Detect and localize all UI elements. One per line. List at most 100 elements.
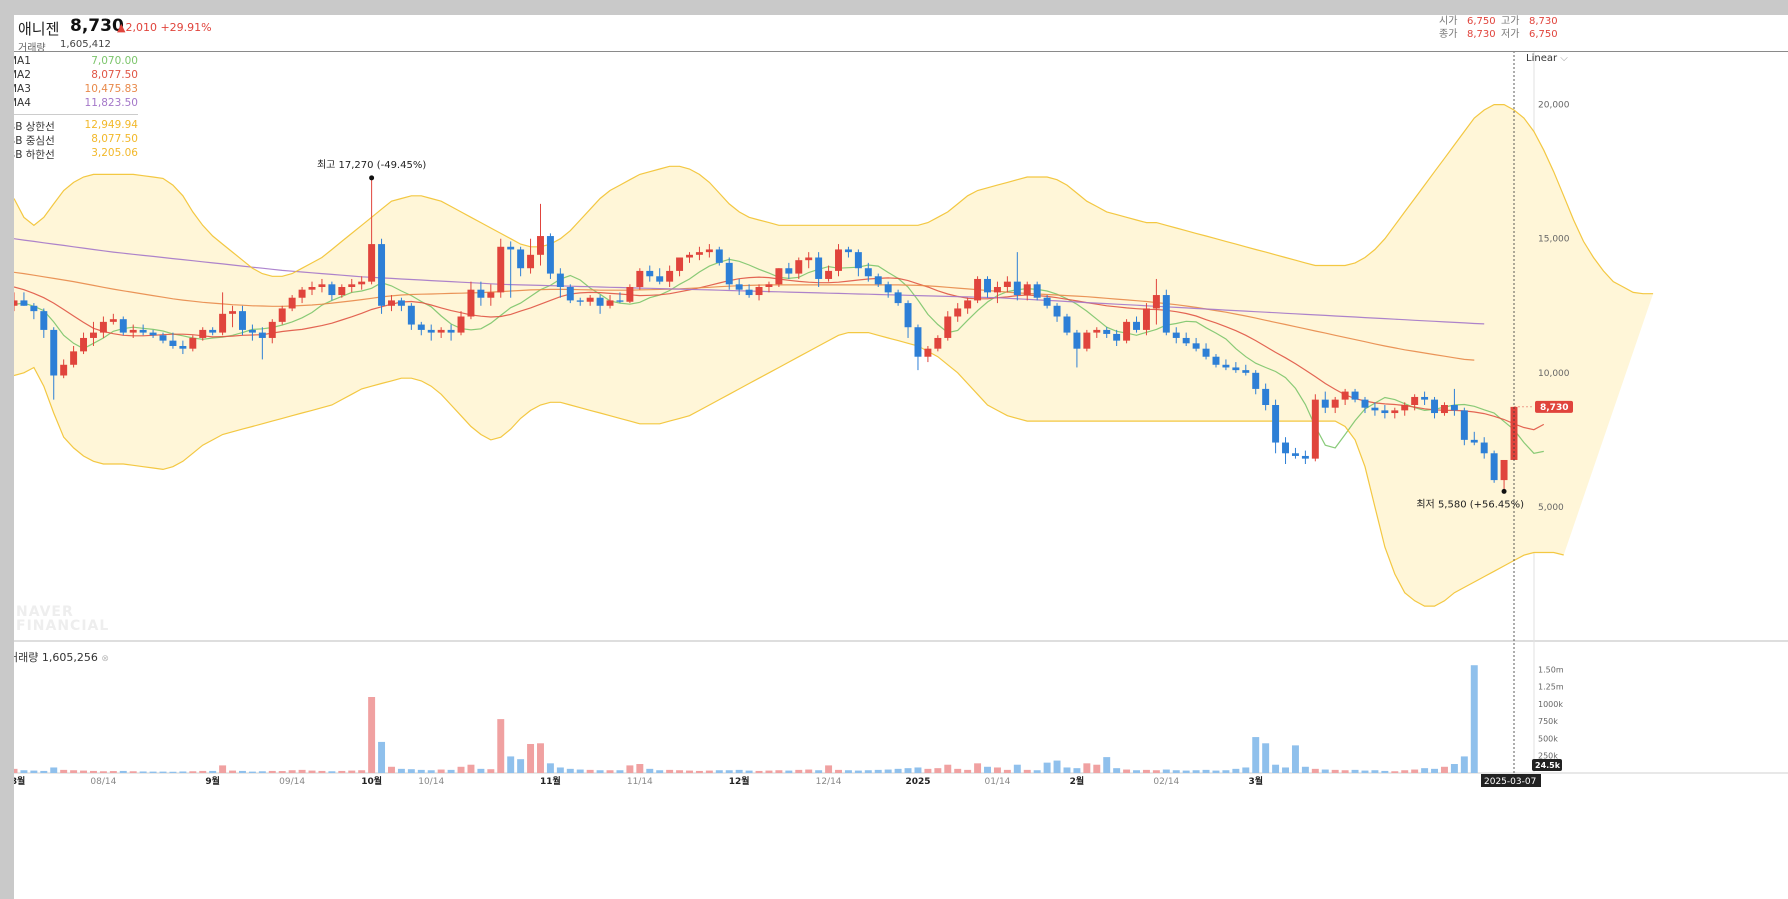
volume-bar (1053, 760, 1061, 773)
scale-mode-button[interactable]: Linear ⌵ (1526, 53, 1568, 64)
volume-bar (397, 768, 405, 773)
volume-bar (1371, 770, 1379, 773)
volume-bar (1381, 770, 1389, 773)
volume-bar (517, 759, 525, 773)
volume-bar (695, 770, 703, 773)
volume-bar (1013, 764, 1021, 773)
legend-ma3[interactable]: MA310,475.83 (14, 83, 138, 97)
volume-bar (368, 697, 376, 773)
candle-body (775, 268, 783, 285)
stock-name: 애니젠 (18, 20, 60, 38)
volume-bar (556, 767, 564, 773)
volume-bar (1093, 764, 1101, 773)
volume-bar (60, 769, 68, 773)
volume-bar (1272, 764, 1280, 773)
volume-bar (1321, 769, 1329, 773)
chart-svg[interactable]: 5,00010,00015,00020,000250k500k750k1000k… (14, 15, 1788, 899)
volume-bar (1411, 769, 1419, 773)
price-change: ▲2,010 +29.91% (117, 21, 212, 34)
volume-bar (735, 769, 743, 773)
candle-body (328, 284, 336, 296)
volume-bar (1202, 769, 1210, 773)
price-tick-label: 10,000 (1538, 369, 1570, 379)
candle-body (765, 284, 773, 287)
candle-body (914, 327, 922, 357)
legend-ma1[interactable]: MA17,070.00 (14, 55, 138, 69)
volume-bar (239, 770, 246, 773)
candle-body (1202, 348, 1210, 357)
volume-bar (606, 770, 614, 773)
candle-body (1162, 295, 1170, 333)
volume-bar (1172, 770, 1180, 773)
volume-bar (1043, 762, 1051, 773)
candle-body (407, 305, 415, 325)
bollinger-band-fill (14, 104, 1654, 607)
legend-ma4[interactable]: MA411,823.50 (14, 97, 138, 111)
legend-bb-upper[interactable]: BB 상한선12,949.94 (14, 119, 138, 133)
volume-bar (497, 719, 505, 773)
candle-body (109, 319, 117, 322)
volume-tick-label: 1.25m (1538, 683, 1564, 692)
volume-tick-label: 1000k (1538, 700, 1563, 709)
time-tick-label: 8월 (14, 775, 25, 787)
volume-bar (229, 770, 237, 773)
candle-body (974, 278, 982, 301)
volume-bar (1142, 769, 1150, 773)
volume-bar (874, 769, 882, 773)
price-tick-label: 15,000 (1538, 235, 1570, 245)
candle-body (566, 287, 574, 301)
candle-body (60, 364, 68, 376)
legend-bb-lower[interactable]: BB 하한선3,205.06 (14, 147, 138, 161)
candle-body (646, 270, 654, 277)
candle-body (50, 329, 58, 376)
candle-body (397, 300, 405, 306)
candle-body (288, 297, 296, 309)
volume-bar (278, 771, 286, 773)
candle-body (427, 329, 435, 333)
volume-bar (80, 770, 88, 773)
candle-body (1272, 405, 1280, 443)
volume-bar (934, 768, 942, 773)
candle-body (854, 252, 862, 269)
candle-body (616, 300, 624, 302)
volume-bar (447, 769, 455, 773)
volume-bar (189, 771, 197, 773)
volume-bar (954, 768, 962, 773)
volume-bar (844, 770, 852, 773)
legend-bb-middle[interactable]: BB 중심선8,077.50 (14, 133, 138, 147)
low-annotation: 최저 5,580 (+56.45%) (1416, 498, 1524, 510)
candle-body (934, 337, 942, 349)
volume-bar (358, 770, 366, 773)
candle-body (695, 252, 703, 255)
volume-bar (437, 769, 445, 773)
volume-bar (199, 770, 207, 773)
volume-bar (1470, 665, 1478, 773)
candle-body (1053, 305, 1061, 317)
candle-body (30, 305, 38, 312)
volume-bar (30, 770, 38, 773)
volume-bar (1063, 767, 1071, 773)
volume-bar (248, 771, 256, 773)
candle-body (795, 260, 803, 274)
candle-body (70, 351, 78, 365)
volume-bar (318, 770, 326, 773)
current-price-tag-label: 8,730 (1540, 403, 1568, 413)
time-tick-label: 08/14 (90, 777, 116, 787)
time-tick-label: 12월 (729, 775, 750, 787)
volume-bar (14, 768, 18, 773)
candle-body (179, 346, 187, 349)
volume-bar (308, 770, 316, 773)
volume-bar (636, 764, 644, 773)
legend-ma2[interactable]: MA28,077.50 (14, 69, 138, 83)
candle-body (705, 249, 713, 253)
volume-bar (993, 767, 1001, 773)
candle-body (954, 308, 962, 317)
volume-bar (1252, 737, 1260, 773)
candle-body (1152, 295, 1160, 309)
volume-bar (298, 769, 306, 773)
candle-body (89, 332, 97, 338)
volume-bar (1123, 769, 1131, 773)
volume-bar (1450, 764, 1458, 773)
candle-body (586, 297, 594, 302)
volume-bar (1033, 770, 1041, 773)
